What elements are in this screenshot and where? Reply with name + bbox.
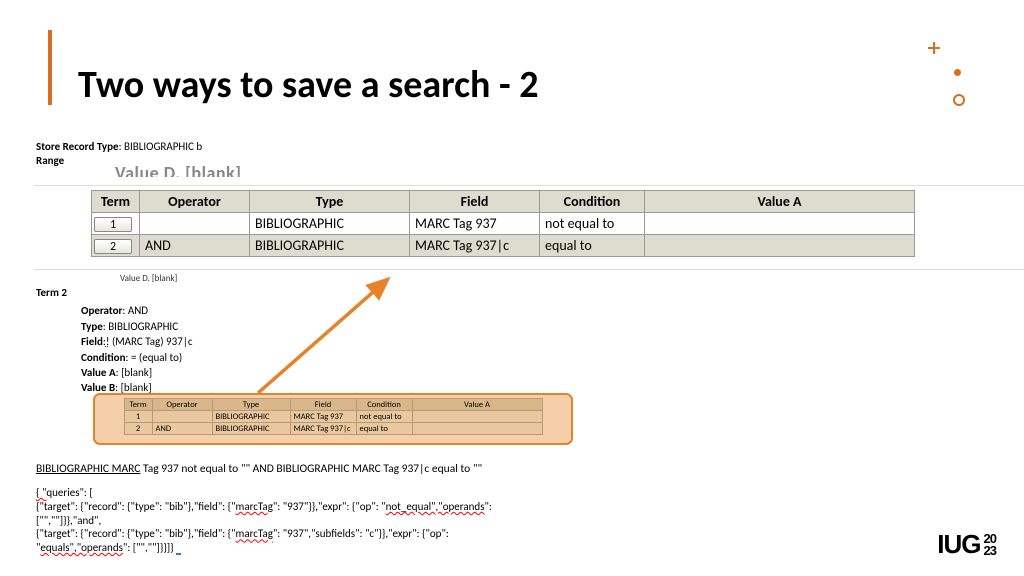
col-value-a: Value A — [645, 191, 915, 213]
cell-type: BIBLIOGRAPHIC — [250, 213, 410, 235]
mini-col-operator: Operator — [152, 399, 212, 411]
query-sentence: BIBLIOGRAPHIC MARC Tag 937 not equal to … — [36, 462, 482, 476]
table-row: 2 AND BIBLIOGRAPHIC MARC Tag 937|c equal… — [92, 235, 915, 257]
cell-value-a — [645, 235, 915, 257]
mini-col-value-a: Value A — [412, 399, 542, 411]
slide-title: Two ways to save a search - 2 — [78, 62, 539, 108]
arrow-icon — [240, 271, 440, 411]
cell-condition: not equal to — [540, 213, 645, 235]
mini-row: 1 BIBLIOGRAPHIC MARC Tag 937 not equal t… — [124, 411, 542, 423]
cell-field: MARC Tag 937|c — [410, 235, 540, 257]
value-b-blank-small: Value D. [blank] — [120, 273, 177, 284]
table-header-row: Term Operator Type Field Condition Value… — [92, 191, 915, 213]
dot-icon — [954, 69, 961, 76]
iug-logo: IUG 2023 — [937, 529, 996, 560]
col-field: Field — [410, 191, 540, 213]
json-query: { "queries": [ {"target": {"record": {"t… — [36, 486, 736, 555]
term-button[interactable]: 1 — [92, 213, 140, 235]
mini-col-condition: Condition — [356, 399, 412, 411]
cell-type: BIBLIOGRAPHIC — [250, 235, 410, 257]
col-operator: Operator — [140, 191, 250, 213]
cell-operator — [140, 213, 250, 235]
table-row: 1 BIBLIOGRAPHIC MARC Tag 937 not equal t… — [92, 213, 915, 235]
search-terms-table: Term Operator Type Field Condition Value… — [91, 190, 915, 257]
cell-field: MARC Tag 937 — [410, 213, 540, 235]
cell-value-a — [645, 213, 915, 235]
mini-col-field: Field — [290, 399, 356, 411]
col-condition: Condition — [540, 191, 645, 213]
mini-table: Term Operator Type Field Condition Value… — [124, 398, 543, 435]
mini-col-term: Term — [124, 399, 152, 411]
col-type: Type — [250, 191, 410, 213]
cell-condition: equal to — [540, 235, 645, 257]
value-b-cutoff: Value D. [blank] — [115, 162, 242, 177]
mini-row: 2 AND BIBLIOGRAPHIC MARC Tag 937|c equal… — [124, 423, 542, 435]
circle-icon — [953, 94, 965, 106]
col-term: Term — [92, 191, 140, 213]
cell-operator: AND — [140, 235, 250, 257]
mini-table-highlight: Term Operator Type Field Condition Value… — [93, 393, 573, 445]
mini-col-type: Type — [212, 399, 290, 411]
title-accent-bar — [48, 30, 52, 105]
term-2-details: Term 2 Operator: AND Type: BIBLIOGRAPHIC… — [36, 285, 193, 396]
term-button[interactable]: 2 — [92, 235, 140, 257]
